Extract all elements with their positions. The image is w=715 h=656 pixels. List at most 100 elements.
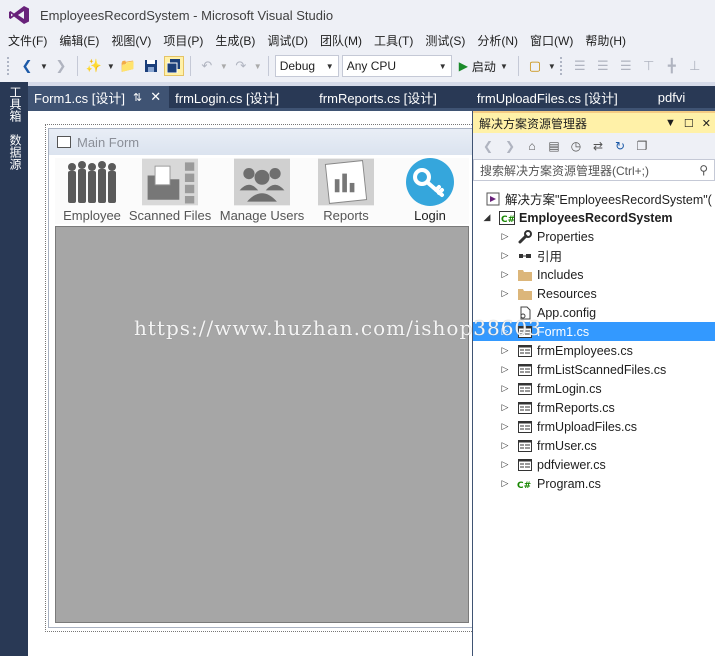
toolbox-tab[interactable]: 工具箱 [7,86,24,122]
solution-item-form1-cs[interactable]: ▷ Form1.cs [473,322,715,341]
solution-item-frmemployees-cs[interactable]: ▷ frmEmployees.cs [473,341,715,360]
expand-triangle-icon[interactable]: ▷ [499,288,511,299]
align-rights-icon[interactable]: ☰ [616,56,636,76]
solution-item-frmlogin-cs[interactable]: ▷ frmLogin.cs [473,379,715,398]
solution-item-frmuser-cs[interactable]: ▷ frmUser.cs [473,436,715,455]
sync-with-active-document-icon[interactable]: ⇄ [589,137,607,155]
expand-triangle-icon[interactable]: ▷ [499,364,511,375]
expand-triangle-icon[interactable]: ▷ [499,345,511,356]
navigate-forward-icon[interactable]: ❯ [51,56,71,76]
align-tops-icon[interactable]: ⊤ [639,56,659,76]
tab-form1-design[interactable]: Form1.cs [设计] ⇅ ✕ [28,86,170,108]
form-icon [517,438,533,454]
align-middles-icon[interactable]: ╋ [662,56,682,76]
manage-users-button[interactable]: Manage Users [220,158,304,224]
data-sources-tab[interactable]: 数据源 [7,134,24,170]
reports-button[interactable]: Reports [311,158,381,224]
solution-explorer-header[interactable]: 解决方案资源管理器 ▼ ☐ ✕ [473,111,715,133]
navigate-back-dropdown-icon[interactable]: ▼ [40,62,48,71]
align-centers-icon[interactable]: ☰ [593,56,613,76]
scanned-files-button[interactable]: Scanned Files [129,158,211,224]
window-position-dropdown-icon[interactable]: ▼ [665,117,676,130]
expand-triangle-icon[interactable]: ▷ [499,459,511,470]
switch-views-icon[interactable]: ▤ [545,137,563,155]
solution-item-includes[interactable]: ▷ Includes [473,265,715,284]
find-dropdown-icon[interactable]: ▼ [548,62,556,71]
menu-debug[interactable]: 调试(D) [263,32,316,49]
toolbar-grip[interactable] [558,56,563,76]
start-debugging-button[interactable]: ▶ 启动 ▼ [455,58,512,75]
pending-changes-filter-icon[interactable]: ◷ [567,137,585,155]
close-icon[interactable]: ✕ [702,117,711,130]
align-bottoms-icon[interactable]: ⊥ [685,56,705,76]
save-all-icon[interactable] [163,56,184,76]
solution-node[interactable]: 解决方案"EmployeesRecordSystem"( [473,189,715,208]
undo-dropdown-icon[interactable]: ▼ [220,62,228,71]
menu-file[interactable]: 文件(F) [4,32,55,49]
open-file-icon[interactable]: 📁 [118,56,138,76]
tab-frmuploadfiles-design[interactable]: frmUploadFiles.cs [设计] [471,86,652,108]
menu-team[interactable]: 团队(M) [316,32,370,49]
employee-button[interactable]: Employee [57,158,127,224]
pin-icon[interactable]: ⇅ [133,91,142,104]
solution-item-program-cs[interactable]: ▷ C# Program.cs [473,474,715,493]
form-client-area[interactable] [55,226,469,623]
new-project-dropdown-icon[interactable]: ▼ [107,62,115,71]
redo-dropdown-icon[interactable]: ▼ [254,62,262,71]
back-icon[interactable]: ❮ [479,137,497,155]
menu-tools[interactable]: 工具(T) [370,32,421,49]
solution-item-pdfviewer-cs[interactable]: ▷ pdfviewer.cs [473,455,715,474]
redo-icon[interactable]: ↷ [231,56,251,76]
login-button[interactable]: Login [395,158,465,224]
expand-triangle-icon[interactable]: ▷ [499,478,511,489]
main-form-preview[interactable]: Main Form Employee Scanned Files Manage … [48,128,474,628]
expand-triangle-icon[interactable]: ▷ [499,440,511,451]
menu-view[interactable]: 视图(V) [107,32,159,49]
undo-icon[interactable]: ↶ [197,56,217,76]
maximize-icon[interactable]: ☐ [684,117,694,130]
toolbar-grip[interactable] [6,56,10,76]
tab-label: frmReports.cs [设计] [319,90,437,106]
form-designer-surface[interactable]: Main Form Employee Scanned Files Manage … [28,111,474,656]
find-in-files-icon[interactable]: ▢ [525,56,545,76]
menu-edit[interactable]: 编辑(E) [55,32,107,49]
solution-item-app-config[interactable]: App.config [473,303,715,322]
menu-test[interactable]: 测试(S) [421,32,473,49]
expand-triangle-icon[interactable]: ▷ [499,269,511,280]
solution-item-frmreports-cs[interactable]: ▷ frmReports.cs [473,398,715,417]
align-lefts-icon[interactable]: ☰ [570,56,590,76]
menu-analyze[interactable]: 分析(N) [473,32,526,49]
solution-item-引用[interactable]: ▷ 引用 [473,246,715,265]
expand-triangle-icon[interactable]: ▷ [499,326,511,337]
solution-item-properties[interactable]: ▷ Properties [473,227,715,246]
expand-triangle-icon[interactable]: ▷ [499,421,511,432]
expand-triangle-icon[interactable]: ▷ [499,402,511,413]
solution-item-frmuploadfiles-cs[interactable]: ▷ frmUploadFiles.cs [473,417,715,436]
close-icon[interactable]: ✕ [150,89,161,105]
refresh-icon[interactable]: ↻ [611,137,629,155]
new-project-icon[interactable]: ✨ [84,56,104,76]
navigate-back-icon[interactable]: ❮ [17,56,37,76]
solution-platform-select[interactable]: Any CPU ▼ [341,55,452,77]
solution-configuration-select[interactable]: Debug ▼ [274,55,339,77]
expand-triangle-icon[interactable]: ▷ [499,250,511,261]
tab-frmreports-design[interactable]: frmReports.cs [设计] [313,86,471,108]
solution-explorer-search-input[interactable]: 搜索解决方案资源管理器(Ctrl+;) ⚲ [473,159,715,181]
tab-pdfviewer[interactable]: pdfvi [652,86,693,108]
forward-icon[interactable]: ❯ [501,137,519,155]
menu-project[interactable]: 项目(P) [159,32,211,49]
home-icon[interactable]: ⌂ [523,137,541,155]
collapse-triangle-icon[interactable]: ◢ [481,212,493,223]
menu-help[interactable]: 帮助(H) [581,32,634,49]
save-icon[interactable] [141,56,161,76]
solution-item-resources[interactable]: ▷ Resources [473,284,715,303]
menu-build[interactable]: 生成(B) [211,32,263,49]
expand-triangle-icon[interactable]: ▷ [499,231,511,242]
expand-triangle-icon[interactable]: ▷ [499,383,511,394]
collapse-all-icon[interactable]: ❐ [633,137,651,155]
solution-item-frmlistscannedfiles-cs[interactable]: ▷ frmListScannedFiles.cs [473,360,715,379]
visual-studio-logo-icon [9,6,29,24]
tab-frmlogin-design[interactable]: frmLogin.cs [设计] [169,86,313,108]
menu-window[interactable]: 窗口(W) [526,32,581,49]
project-node[interactable]: ◢ C# EmployeesRecordSystem [473,208,715,227]
